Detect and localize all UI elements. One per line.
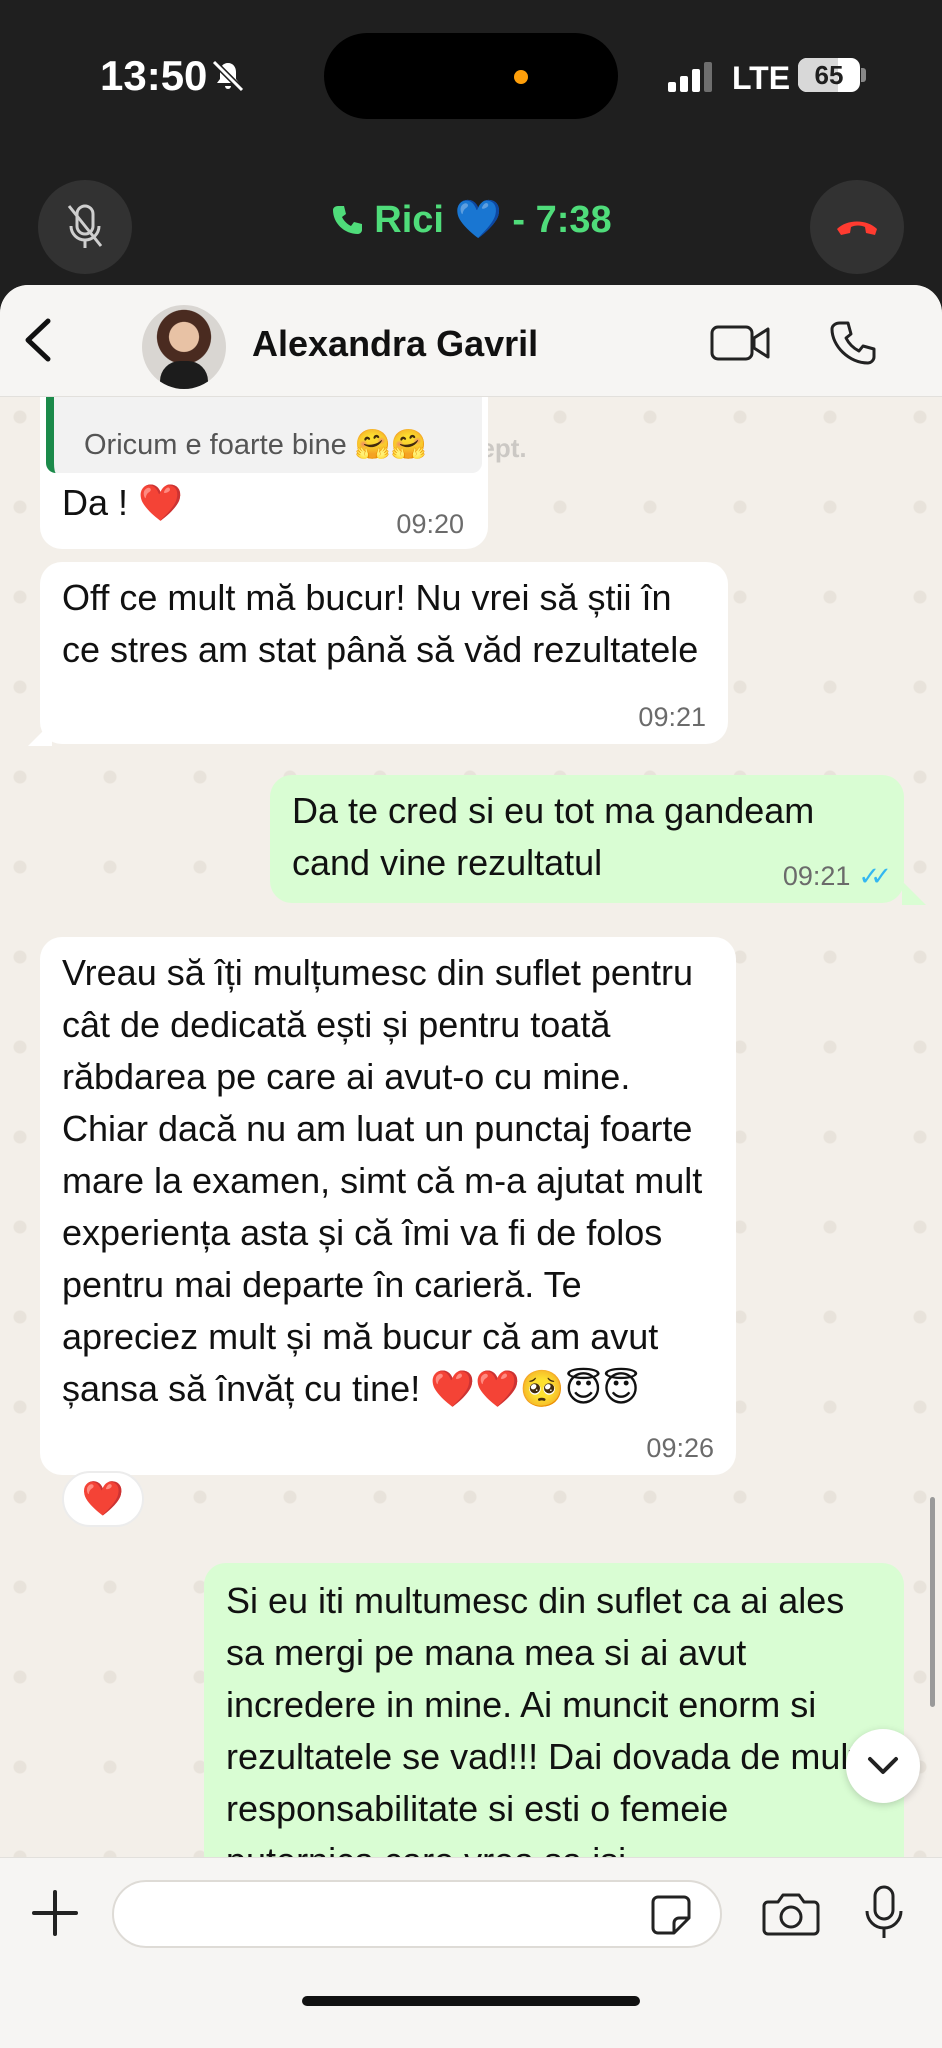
message-text: Si eu iti multumesc din suflet ca ai ale… [226, 1580, 879, 1857]
message-text: Da ! ❤️ [62, 482, 183, 523]
battery-percent: 65 [814, 60, 844, 90]
message-incoming[interactable]: Vreau să îți mulțumesc din suflet pentru… [40, 937, 736, 1475]
status-bar: 13:50 LTE 65 [0, 0, 942, 150]
message-input[interactable] [112, 1880, 722, 1948]
contact-avatar[interactable] [142, 305, 226, 389]
end-call-icon [837, 221, 877, 235]
message-outgoing[interactable]: Si eu iti multumesc din suflet ca ai ale… [204, 1563, 904, 1857]
microphone-icon[interactable] [862, 1884, 906, 1942]
avatar-figure [160, 361, 208, 389]
voice-call-icon[interactable] [828, 319, 876, 367]
call-title[interactable]: Rici 💙 - 7:38 [0, 190, 942, 250]
cellular-signal-icon [668, 62, 712, 92]
end-call-button[interactable] [810, 180, 904, 274]
bell-muted-icon [211, 59, 245, 93]
network-type: LTE [732, 60, 791, 96]
dynamic-island [324, 33, 618, 119]
mic-indicator-dot [514, 70, 528, 84]
plus-icon[interactable] [30, 1888, 80, 1938]
sticker-icon[interactable] [650, 1894, 692, 1936]
read-receipt-icon: ✓✓ [858, 861, 891, 891]
phone-call-icon [333, 206, 363, 234]
message-time: 09:21 [638, 702, 706, 732]
message-incoming[interactable]: Oricum e foarte bine 🤗🤗 Da ! ❤️ 09:20 [40, 397, 488, 549]
composer-bar [0, 1857, 942, 2048]
back-chevron-icon[interactable] [18, 315, 58, 365]
status-time: 13:50 [100, 52, 208, 99]
message-time: 09:26 [646, 1433, 714, 1463]
message-meta: 09:20 [396, 509, 464, 539]
scroll-to-bottom-button[interactable] [846, 1729, 920, 1803]
quoted-reply[interactable]: Oricum e foarte bine 🤗🤗 [46, 397, 482, 473]
message-meta: 09:26 [646, 1433, 714, 1463]
messages-list[interactable]: Do. 4. Sept. Oricum e foarte bine 🤗🤗 Da … [0, 397, 942, 1857]
message-text: Off ce mult mă bucur! Nu vrei să știi în… [62, 577, 699, 670]
battery-tip [861, 68, 866, 82]
scrollbar[interactable] [930, 1497, 935, 1707]
message-outgoing[interactable]: Da te cred si eu tot ma gandeam cand vin… [270, 775, 904, 903]
chat-screen: Alexandra Gavril Do. 4. Sept. Oricum e f… [0, 285, 942, 2048]
camera-icon[interactable] [762, 1890, 820, 1938]
ongoing-call-bar[interactable]: Rici 💙 - 7:38 [0, 150, 942, 285]
bubble-tail [902, 881, 926, 905]
message-text: Vreau să îți mulțumesc din suflet pentru… [62, 952, 703, 1409]
message-time: 09:20 [396, 509, 464, 539]
home-indicator [302, 1996, 640, 2006]
quoted-reply-text: Oricum e foarte bine 🤗🤗 [84, 429, 428, 461]
message-time: 09:21 [782, 861, 851, 891]
call-title-text: Rici 💙 - 7:38 [374, 199, 612, 241]
message-meta: 09:21 [638, 702, 706, 732]
battery-icon: 65 [798, 58, 860, 92]
message-meta: 09:21 ✓✓ [782, 861, 892, 891]
chevron-down-icon [868, 1757, 898, 1774]
contact-name[interactable]: Alexandra Gavril [252, 323, 538, 365]
video-call-icon[interactable] [710, 323, 770, 363]
chat-header: Alexandra Gavril [0, 285, 942, 397]
message-incoming[interactable]: Off ce mult mă bucur! Nu vrei să știi în… [40, 562, 728, 744]
reaction-badge[interactable]: ❤️ [62, 1471, 144, 1527]
